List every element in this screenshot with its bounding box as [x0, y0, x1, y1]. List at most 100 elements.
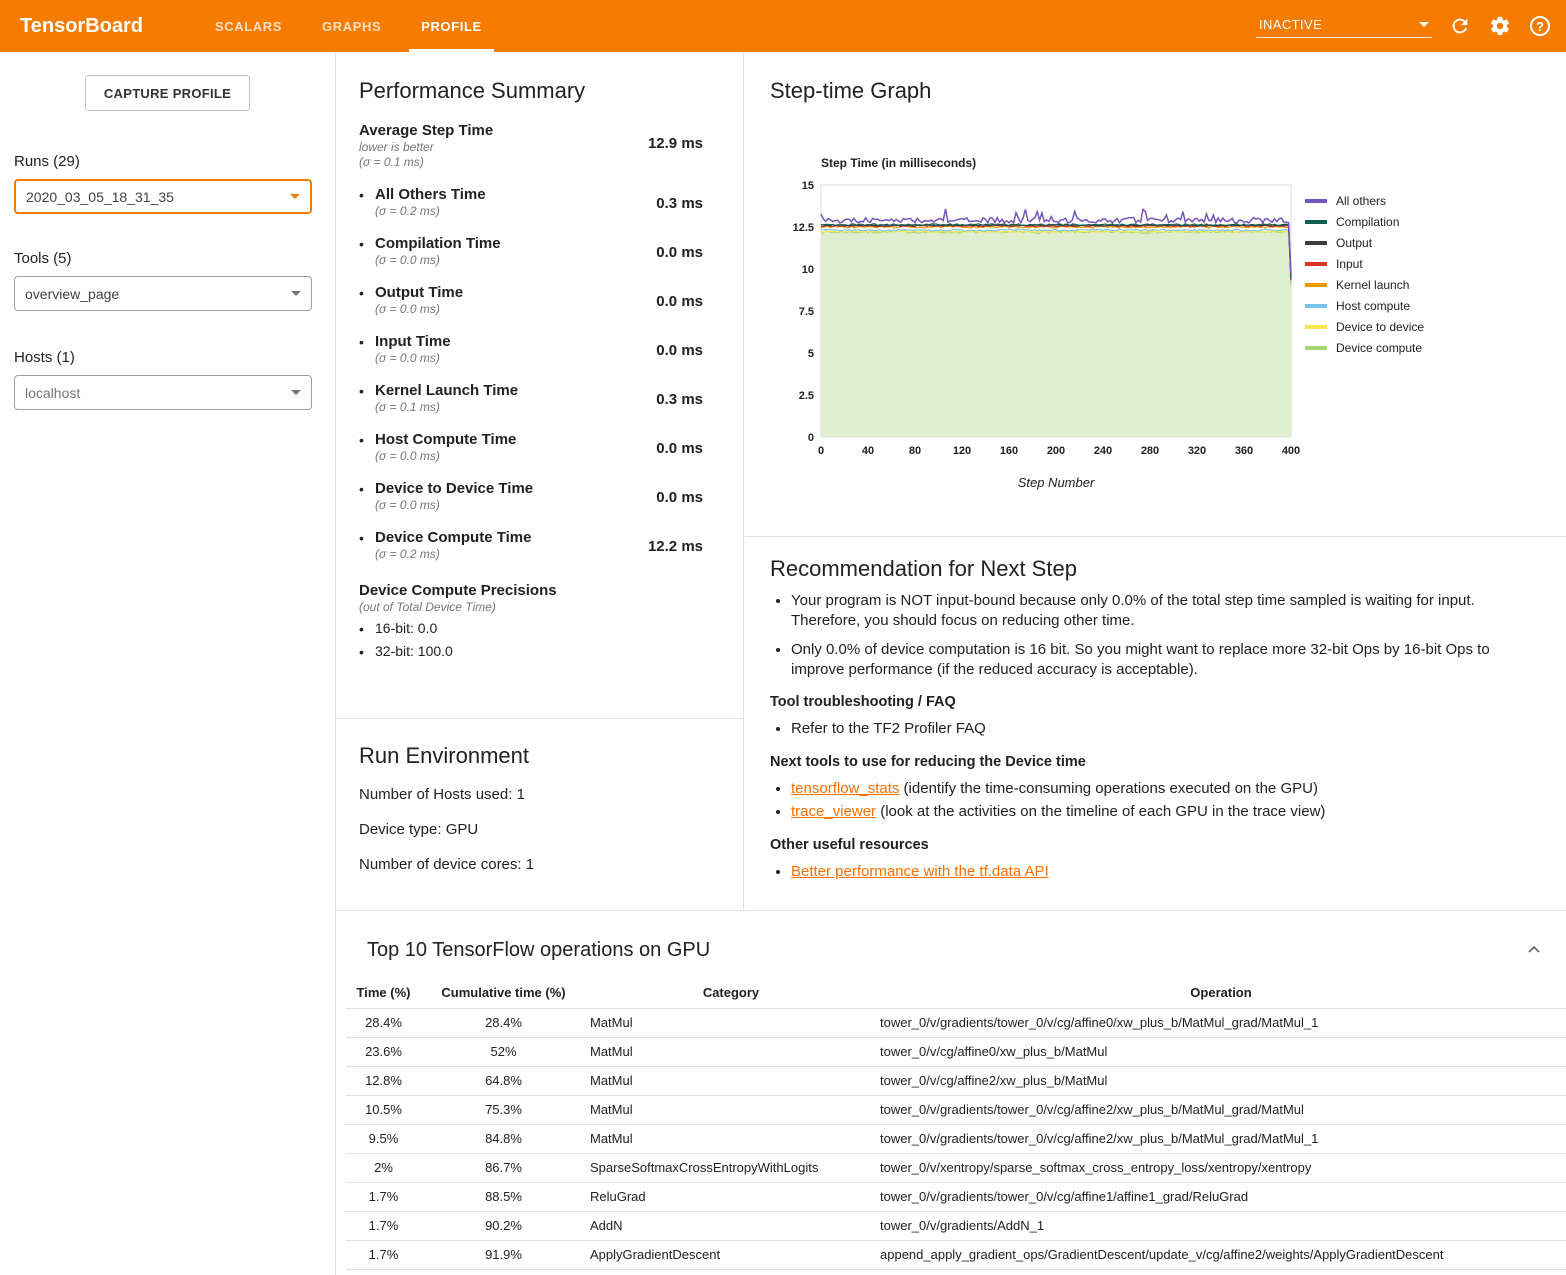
- cell-cumulative: 84.8%: [421, 1124, 586, 1153]
- performance-summary-title: Performance Summary: [359, 78, 703, 104]
- cell-operation: tower_0/v/cg/affine2/xw_plus_b/MatMul: [876, 1066, 1566, 1095]
- column-header: Category: [586, 978, 876, 1008]
- cell-category: ReluGrad: [586, 1182, 876, 1211]
- bullet-dot: •: [359, 333, 375, 366]
- legend-item[interactable]: Host compute: [1305, 295, 1424, 316]
- metric-label: Host Compute Time: [375, 431, 516, 449]
- next-tools-heading: Next tools to use for reducing the Devic…: [770, 754, 1524, 770]
- top-ops-table: Time (%)Cumulative time (%)CategoryOpera…: [346, 978, 1566, 1270]
- top-ops-card: Top 10 TensorFlow operations on GPU Time…: [336, 912, 1566, 1275]
- legend-item[interactable]: Kernel launch: [1305, 274, 1424, 295]
- average-step-time-note: lower is better: [359, 140, 493, 155]
- tab-graphs[interactable]: GRAPHS: [308, 0, 395, 52]
- metric-value: 12.2 ms: [648, 538, 703, 562]
- bullet-dot: •: [359, 284, 375, 317]
- tfdata-api-link[interactable]: Better performance with the tf.data API: [791, 863, 1049, 880]
- legend-label: Device compute: [1336, 341, 1422, 355]
- hosts-selected-value: localhost: [25, 385, 80, 401]
- legend-item[interactable]: Input: [1305, 253, 1424, 274]
- perf-metric-row: •Device to Device Time(σ = 0.0 ms)0.0 ms: [359, 480, 703, 513]
- metric-sigma: (σ = 0.2 ms): [375, 204, 486, 219]
- top-ops-title: Top 10 TensorFlow operations on GPU: [367, 939, 1522, 962]
- tool-link[interactable]: trace_viewer: [791, 803, 876, 820]
- legend-swatch: [1305, 241, 1327, 245]
- cell-category: MatMul: [586, 1008, 876, 1037]
- capture-profile-button[interactable]: CAPTURE PROFILE: [85, 75, 250, 111]
- tab-profile[interactable]: PROFILE: [407, 0, 496, 52]
- run-environment-line: Number of Hosts used: 1: [359, 785, 719, 804]
- next-tools-list: tensorflow_stats (identify the time-cons…: [770, 779, 1524, 822]
- precision-item: •32-bit: 100.0: [359, 643, 703, 661]
- cell-operation: tower_0/v/cg/affine0/xw_plus_b/MatMul: [876, 1037, 1566, 1066]
- table-row: 9.5%84.8%MatMultower_0/v/gradients/tower…: [346, 1124, 1566, 1153]
- cell-time: 23.6%: [346, 1037, 421, 1066]
- column-header: Time (%): [346, 978, 421, 1008]
- recommendation-bullets: Your program is NOT input-bound because …: [770, 591, 1524, 679]
- hosts-select[interactable]: localhost: [14, 375, 312, 410]
- table-row: 1.7%91.9%ApplyGradientDescentappend_appl…: [346, 1240, 1566, 1269]
- legend-swatch: [1305, 283, 1327, 287]
- legend-swatch: [1305, 262, 1327, 266]
- legend-item[interactable]: Output: [1305, 232, 1424, 253]
- metric-value: 0.0 ms: [656, 293, 703, 317]
- perf-metric-row: •Device Compute Time(σ = 0.2 ms)12.2 ms: [359, 529, 703, 562]
- runs-field: Runs (29) 2020_03_05_18_31_35: [14, 153, 335, 214]
- bullet-dot: •: [359, 235, 375, 268]
- cell-category: MatMul: [586, 1124, 876, 1153]
- metric-sigma: (σ = 0.0 ms): [375, 498, 533, 513]
- svg-text:360: 360: [1235, 445, 1253, 457]
- graph-column: Step-time Graph 02.557.51012.51504080120…: [745, 52, 1566, 911]
- metric-value: 0.0 ms: [656, 489, 703, 513]
- svg-text:240: 240: [1094, 445, 1112, 457]
- cell-cumulative: 28.4%: [421, 1008, 586, 1037]
- cell-category: SparseSoftmaxCrossEntropyWithLogits: [586, 1153, 876, 1182]
- header-actions: INACTIVE ?: [1256, 14, 1552, 38]
- metric-sigma: (σ = 0.1 ms): [375, 400, 518, 415]
- metric-text: Output Time(σ = 0.0 ms): [375, 284, 463, 317]
- precision-item: •16-bit: 0.0: [359, 620, 703, 638]
- cell-cumulative: 75.3%: [421, 1095, 586, 1124]
- tool-link-item: trace_viewer (look at the activities on …: [791, 802, 1524, 822]
- svg-text:400: 400: [1282, 445, 1300, 457]
- tools-select[interactable]: overview_page: [14, 276, 312, 311]
- precisions-list: •16-bit: 0.0 •32-bit: 100.0: [359, 620, 703, 661]
- table-row: 1.7%88.5%ReluGradtower_0/v/gradients/tow…: [346, 1182, 1566, 1211]
- legend-item[interactable]: Compilation: [1305, 211, 1424, 232]
- legend-label: Input: [1336, 257, 1363, 271]
- hosts-field: Hosts (1) localhost: [14, 349, 335, 410]
- cell-operation: tower_0/v/gradients/AddN_1: [876, 1211, 1566, 1240]
- faq-item: Refer to the TF2 Profiler FAQ: [791, 719, 1524, 739]
- metric-value: 0.0 ms: [656, 244, 703, 268]
- tool-link-item: tensorflow_stats (identify the time-cons…: [791, 779, 1524, 799]
- legend-swatch: [1305, 325, 1327, 329]
- legend-item[interactable]: All others: [1305, 190, 1424, 211]
- resource-item: Better performance with the tf.data API: [791, 862, 1524, 882]
- bullet-dot: •: [359, 431, 375, 464]
- tab-scalars[interactable]: SCALARS: [201, 0, 296, 52]
- metric-label: Input Time: [375, 333, 451, 351]
- help-icon[interactable]: ?: [1528, 14, 1552, 38]
- top-ops-header-row: Time (%)Cumulative time (%)CategoryOpera…: [346, 978, 1566, 1008]
- legend-label: Kernel launch: [1336, 278, 1409, 292]
- svg-text:280: 280: [1141, 445, 1159, 457]
- tools-field: Tools (5) overview_page: [14, 250, 335, 311]
- cell-operation: append_apply_gradient_ops/GradientDescen…: [876, 1240, 1566, 1269]
- app-header: TensorBoard SCALARSGRAPHSPROFILE INACTIV…: [0, 0, 1566, 52]
- legend-item[interactable]: Device to device: [1305, 316, 1424, 337]
- step-time-chart: 02.557.51012.515040801201602002402803203…: [785, 152, 1345, 517]
- column-header: Cumulative time (%): [421, 978, 586, 1008]
- collapse-chevron-up-icon[interactable]: [1522, 938, 1546, 962]
- runs-select[interactable]: 2020_03_05_18_31_35: [14, 179, 312, 214]
- chevron-down-icon: [291, 390, 301, 395]
- settings-gear-icon[interactable]: [1488, 14, 1512, 38]
- legend-item[interactable]: Device compute: [1305, 337, 1424, 358]
- tool-link[interactable]: tensorflow_stats: [791, 780, 899, 797]
- app-title: TensorBoard: [20, 15, 143, 38]
- run-environment-line: Number of device cores: 1: [359, 855, 719, 874]
- svg-text:Step Time (in milliseconds): Step Time (in milliseconds): [821, 156, 976, 170]
- data-status-dropdown[interactable]: INACTIVE: [1256, 14, 1432, 38]
- cell-time: 1.7%: [346, 1182, 421, 1211]
- bullet-dot: •: [359, 643, 375, 661]
- refresh-icon[interactable]: [1448, 14, 1472, 38]
- metric-text: All Others Time(σ = 0.2 ms): [375, 186, 486, 219]
